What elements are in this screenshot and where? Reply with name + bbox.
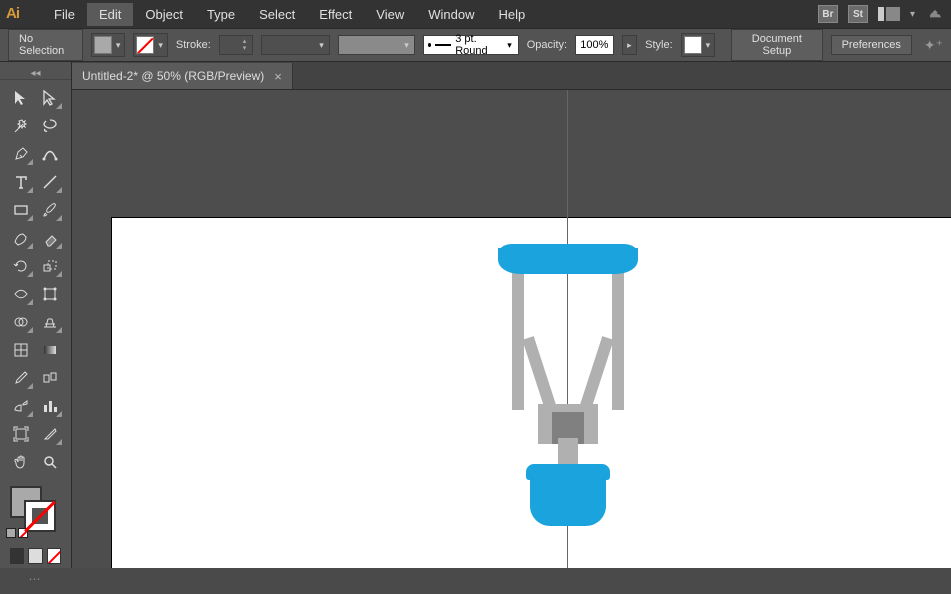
shaper-tool[interactable]	[6, 224, 36, 252]
symbol-sprayer-tool[interactable]	[6, 392, 36, 420]
menubar-right-group: Br St ▾	[818, 5, 945, 23]
brush-stroke-label: 3 pt. Round	[455, 33, 501, 57]
perspective-grid-tool[interactable]	[36, 308, 66, 336]
color-mode-icon[interactable]	[10, 548, 24, 564]
opacity-label: Opacity:	[527, 39, 567, 51]
document-tab[interactable]: Untitled-2* @ 50% (RGB/Preview) ×	[72, 63, 293, 89]
gradient-mode-icon[interactable]	[28, 548, 42, 564]
fill-swatch-icon	[94, 36, 112, 54]
paintbrush-tool[interactable]	[36, 196, 66, 224]
menu-file[interactable]: File	[42, 3, 87, 26]
style-label: Style:	[645, 39, 673, 51]
eraser-tool[interactable]	[36, 224, 66, 252]
hand-tool[interactable]	[6, 448, 36, 476]
eyedropper-tool[interactable]	[6, 364, 36, 392]
stroke-weight-field[interactable]: ▴▾	[219, 35, 254, 55]
screen-mode-icon[interactable]: ⋯	[0, 564, 71, 594]
chevron-right-icon: ▸	[625, 40, 634, 51]
artboard-tool[interactable]	[6, 420, 36, 448]
chevron-down-icon: ▾	[505, 40, 514, 51]
mesh-tool[interactable]	[6, 336, 36, 364]
close-icon[interactable]: ×	[274, 69, 282, 84]
bridge-icon[interactable]: Br	[818, 5, 838, 23]
opacity-flyout-button[interactable]: ▸	[622, 35, 638, 55]
slice-tool[interactable]	[36, 420, 66, 448]
opacity-field[interactable]: 100%	[575, 35, 613, 55]
arrange-chevron-icon[interactable]: ▾	[910, 9, 915, 20]
curvature-tool[interactable]	[36, 140, 66, 168]
direct-selection-tool[interactable]	[36, 84, 66, 112]
app-logo-icon: Ai	[6, 5, 28, 23]
magic-wand-tool[interactable]	[6, 112, 36, 140]
stroke-swatch-dropdown[interactable]: ▾	[133, 33, 168, 57]
brush-definition-dropdown[interactable]: ▾	[338, 35, 415, 55]
document-area: Untitled-2* @ 50% (RGB/Preview) ×	[72, 62, 951, 568]
pen-tool[interactable]	[6, 140, 36, 168]
menu-window[interactable]: Window	[416, 3, 486, 26]
chevron-down-icon: ▾	[402, 40, 411, 51]
brush-stroke-dropdown[interactable]: 3 pt. Round ▾	[423, 35, 519, 55]
crutch-pad	[498, 248, 638, 274]
stepper-icon: ▴▾	[243, 38, 247, 52]
tools-collapse-icon[interactable]: ◂◂	[0, 68, 71, 80]
width-tool[interactable]	[6, 280, 36, 308]
menu-bar: Ai File Edit Object Type Select Effect V…	[0, 0, 951, 28]
variable-width-profile-dropdown[interactable]: ▾	[261, 35, 330, 55]
menu-select[interactable]: Select	[247, 3, 307, 26]
type-tool[interactable]	[6, 168, 36, 196]
chevron-down-icon: ▾	[156, 40, 165, 51]
style-swatch-icon	[684, 36, 702, 54]
scale-tool[interactable]	[36, 252, 66, 280]
lasso-tool[interactable]	[36, 112, 66, 140]
document-setup-button[interactable]: Document Setup	[731, 29, 822, 61]
crutch-tip	[530, 466, 606, 526]
menu-help[interactable]: Help	[486, 3, 537, 26]
menu-edit[interactable]: Edit	[87, 3, 133, 26]
rotate-tool[interactable]	[6, 252, 36, 280]
gpu-preview-icon[interactable]	[925, 6, 945, 22]
menu-object[interactable]: Object	[133, 3, 195, 26]
document-tab-title: Untitled-2* @ 50% (RGB/Preview)	[82, 69, 264, 83]
brush-dot-icon	[428, 43, 431, 47]
canvas[interactable]	[72, 90, 951, 568]
control-bar: No Selection ▾ ▾ Stroke: ▴▾ ▾ ▾ 3 pt. Ro…	[0, 28, 951, 62]
none-mode-icon[interactable]	[47, 548, 61, 564]
menu-view[interactable]: View	[364, 3, 416, 26]
selection-status: No Selection	[8, 29, 83, 61]
stroke-swatch-icon	[136, 36, 154, 54]
fill-stroke-control[interactable]	[10, 486, 56, 532]
rectangle-tool[interactable]	[6, 196, 36, 224]
draw-mode-row	[0, 538, 71, 564]
tools-panel: ◂◂	[0, 62, 72, 568]
search-adobe-icon[interactable]: ✦⁺	[924, 37, 943, 54]
zoom-tool[interactable]	[36, 448, 66, 476]
free-transform-tool[interactable]	[36, 280, 66, 308]
fill-swatch-dropdown[interactable]: ▾	[91, 33, 126, 57]
preferences-button[interactable]: Preferences	[831, 35, 912, 55]
chevron-down-icon: ▾	[317, 40, 326, 51]
crutch-frame-right	[612, 270, 624, 410]
gradient-tool[interactable]	[36, 336, 66, 364]
document-tab-bar: Untitled-2* @ 50% (RGB/Preview) ×	[72, 62, 951, 90]
arrange-documents-icon[interactable]	[878, 7, 900, 21]
stroke-color-icon[interactable]	[24, 500, 56, 532]
menu-effect[interactable]: Effect	[307, 3, 364, 26]
stock-icon[interactable]: St	[848, 5, 868, 23]
chevron-down-icon: ▾	[704, 40, 713, 51]
menu-type[interactable]: Type	[195, 3, 247, 26]
crutch-artwork[interactable]	[498, 248, 638, 548]
blend-tool[interactable]	[36, 364, 66, 392]
graphic-style-dropdown[interactable]: ▾	[681, 33, 716, 57]
chevron-down-icon: ▾	[114, 40, 123, 51]
selection-tool[interactable]	[6, 84, 36, 112]
brush-line-icon	[435, 44, 451, 46]
column-graph-tool[interactable]	[36, 392, 66, 420]
line-segment-tool[interactable]	[36, 168, 66, 196]
shape-builder-tool[interactable]	[6, 308, 36, 336]
stroke-label: Stroke:	[176, 39, 211, 51]
